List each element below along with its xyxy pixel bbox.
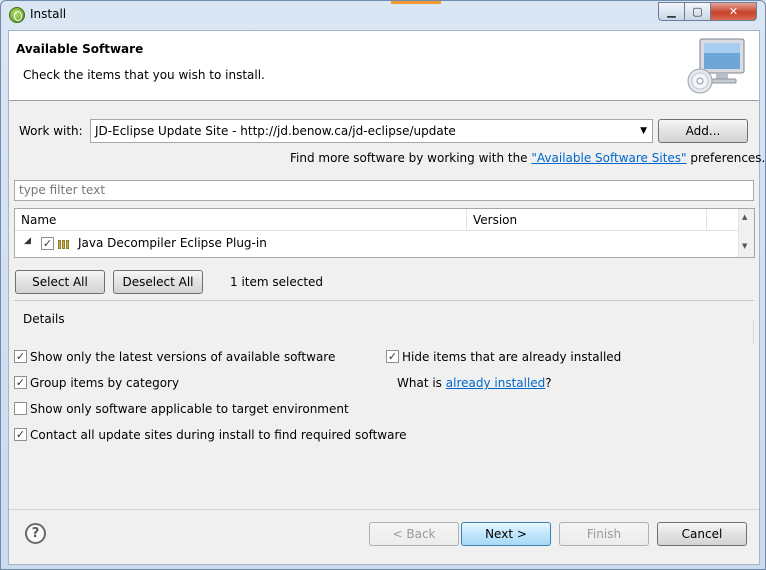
latest-versions-checkbox[interactable]: ✓ xyxy=(14,350,27,363)
what-is-suffix: ? xyxy=(545,376,552,390)
target-environment-label[interactable]: Show only software applicable to target … xyxy=(30,402,349,416)
software-tree[interactable]: Name Version ◢ ✓ Java Decompiler Eclipse… xyxy=(14,208,755,258)
title-bar[interactable]: Install ▁ ▢ ✕ xyxy=(1,1,765,29)
filter-input[interactable]: type filter text xyxy=(14,180,754,201)
work-with-label: Work with: xyxy=(19,124,83,138)
banner-description: Check the items that you wish to install… xyxy=(23,68,265,82)
deselect-all-button[interactable]: Deselect All xyxy=(113,270,203,294)
latest-versions-label[interactable]: Show only the latest versions of availab… xyxy=(30,350,335,364)
find-more-prefix: Find more software by working with the xyxy=(290,151,532,165)
what-is-installed-text: What is already installed? xyxy=(397,376,552,390)
help-icon[interactable]: ? xyxy=(25,523,46,544)
maximize-button[interactable]: ▢ xyxy=(684,2,711,21)
tree-row[interactable]: ◢ ✓ Java Decompiler Eclipse Plug-in xyxy=(15,233,739,253)
contact-all-sites-checkbox[interactable]: ✓ xyxy=(14,428,27,441)
deselect-all-label: Deselect All xyxy=(122,275,194,289)
work-with-combo[interactable]: JD-Eclipse Update Site - http://jd.benow… xyxy=(90,119,653,143)
what-is-prefix: What is xyxy=(397,376,446,390)
target-environment-checkbox[interactable] xyxy=(14,402,27,415)
monitor-cd-icon xyxy=(687,38,745,94)
eclipse-icon xyxy=(9,7,25,23)
scroll-up-icon[interactable]: ▲ xyxy=(742,213,747,221)
dialog-content: Available Software Check the items that … xyxy=(8,30,765,565)
tree-scrollbar[interactable]: ▲ ▼ xyxy=(738,209,754,257)
row-name: Java Decompiler Eclipse Plug-in xyxy=(78,236,267,250)
maximize-icon: ▢ xyxy=(692,5,703,18)
banner: Available Software Check the items that … xyxy=(9,31,759,101)
find-more-suffix: preferences. xyxy=(686,151,766,165)
column-name[interactable]: Name xyxy=(15,209,467,231)
work-with-value: JD-Eclipse Update Site - http://jd.benow… xyxy=(95,124,456,138)
finish-button[interactable]: Finish xyxy=(559,522,649,546)
hide-installed-label[interactable]: Hide items that are already installed xyxy=(402,350,621,364)
find-more-text: Find more software by working with the "… xyxy=(290,151,765,165)
tree-header: Name Version xyxy=(15,209,739,231)
close-button[interactable]: ✕ xyxy=(710,2,757,21)
column-version[interactable]: Version xyxy=(467,209,707,231)
group-by-category-checkbox[interactable]: ✓ xyxy=(14,376,27,389)
next-button[interactable]: Next > xyxy=(461,522,551,546)
divider xyxy=(14,300,754,301)
back-button[interactable]: < Back xyxy=(369,522,459,546)
selection-status: 1 item selected xyxy=(230,275,324,289)
chevron-down-icon[interactable]: ▼ xyxy=(640,120,647,142)
package-icon xyxy=(58,238,73,249)
scroll-down-icon[interactable]: ▼ xyxy=(742,242,747,250)
footer-divider xyxy=(9,509,759,510)
minimize-button[interactable]: ▁ xyxy=(658,2,685,21)
contact-all-sites-label[interactable]: Contact all update sites during install … xyxy=(30,428,407,442)
already-installed-link[interactable]: already installed xyxy=(446,376,546,390)
expand-arrow-icon[interactable]: ◢ xyxy=(24,236,31,246)
group-by-category-label[interactable]: Group items by category xyxy=(30,376,179,390)
minimize-icon: ▁ xyxy=(667,5,676,18)
cancel-button[interactable]: Cancel xyxy=(657,522,747,546)
install-dialog: Install ▁ ▢ ✕ Available Software Check t… xyxy=(0,0,766,570)
details-area xyxy=(14,320,754,344)
add-button[interactable]: Add... xyxy=(658,119,748,143)
row-checkbox[interactable]: ✓ xyxy=(41,237,54,250)
available-software-sites-link[interactable]: "Available Software Sites" xyxy=(531,151,686,165)
hide-installed-checkbox[interactable]: ✓ xyxy=(386,350,399,363)
select-all-label: Select All xyxy=(32,275,88,289)
select-all-button[interactable]: Select All xyxy=(15,270,105,294)
close-icon: ✕ xyxy=(728,5,739,18)
window-title: Install xyxy=(30,7,67,21)
banner-title: Available Software xyxy=(16,42,144,56)
